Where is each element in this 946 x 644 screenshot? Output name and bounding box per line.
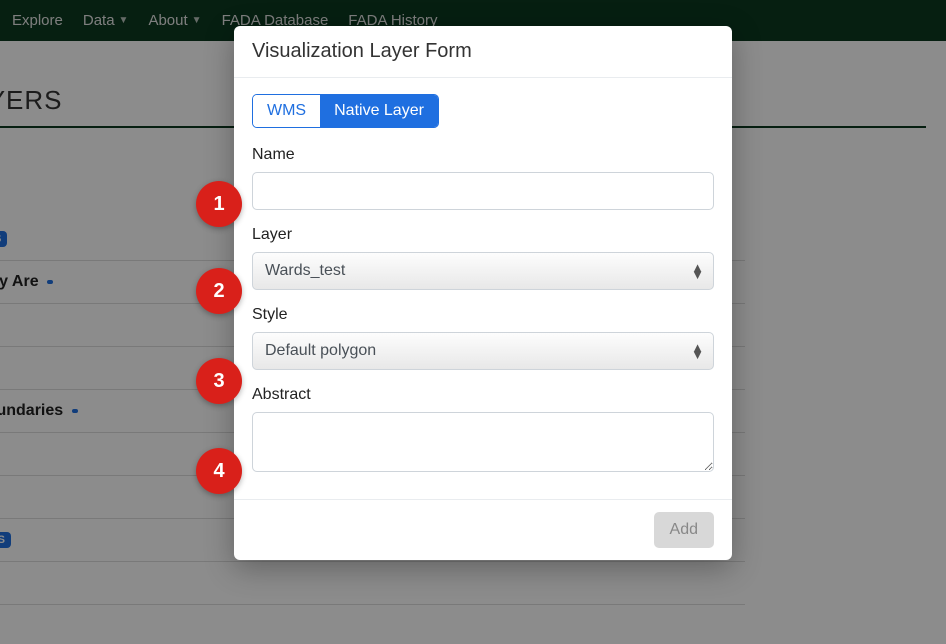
modal-header: Visualization Layer Form xyxy=(234,26,732,78)
name-label: Name xyxy=(252,146,714,164)
step-badge-2: 2 xyxy=(196,268,242,314)
visualization-layer-form-modal: Visualization Layer Form WMS Native Laye… xyxy=(234,26,732,560)
layer-label: Layer xyxy=(252,226,714,244)
modal-footer: Add xyxy=(234,499,732,560)
step-badge-4: 4 xyxy=(196,448,242,494)
abstract-textarea[interactable] xyxy=(252,412,714,472)
abstract-label: Abstract xyxy=(252,386,714,404)
tab-wms[interactable]: WMS xyxy=(253,95,320,127)
style-label: Style xyxy=(252,306,714,324)
modal-body: WMS Native Layer Name Layer Wards_test ▲… xyxy=(234,78,732,499)
step-badge-1: 1 xyxy=(196,181,242,227)
tab-native-layer[interactable]: Native Layer xyxy=(320,95,438,127)
name-input[interactable] xyxy=(252,172,714,210)
step-badge-3: 3 xyxy=(196,358,242,404)
modal-title: Visualization Layer Form xyxy=(252,40,714,63)
add-button[interactable]: Add xyxy=(654,512,714,548)
style-select[interactable]: Default polygon xyxy=(252,332,714,370)
layer-select[interactable]: Wards_test xyxy=(252,252,714,290)
source-tabs: WMS Native Layer xyxy=(252,94,439,128)
